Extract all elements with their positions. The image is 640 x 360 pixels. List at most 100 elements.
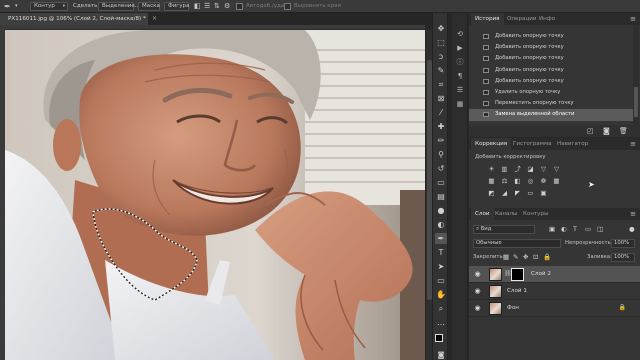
levels-icon[interactable]: ▥ [500, 165, 509, 173]
lock-position-icon[interactable]: ✥ [523, 253, 528, 261]
filter-toggle-icon[interactable]: ● [629, 225, 635, 233]
hand-icon[interactable]: ✋ [435, 289, 447, 300]
threshold-icon[interactable]: ◤ [513, 189, 522, 197]
tab-paths[interactable]: Контуры [519, 208, 553, 220]
layer-thumbnail[interactable] [489, 268, 502, 281]
filter-shape-icon[interactable]: ▭ [585, 225, 591, 233]
history-item[interactable]: Добавить опорную точку [469, 31, 633, 42]
foreground-color-swatch[interactable] [435, 334, 443, 342]
clone-stamp-icon[interactable]: ⚲ [435, 149, 447, 160]
trash-icon[interactable]: 🗑 [619, 127, 628, 135]
triangle-icon[interactable]: ▽ [552, 165, 561, 173]
channel-mixer-icon[interactable]: ❁ [539, 177, 548, 185]
history-item[interactable]: Добавить опорную точку [469, 65, 633, 76]
layer-thumbnail[interactable] [489, 285, 502, 298]
lookup-icon[interactable]: ▦ [552, 177, 561, 185]
path-align-icon[interactable]: ☰ [204, 0, 210, 13]
lock-all-icon[interactable]: 🔒 [543, 253, 551, 261]
rectangle-icon[interactable]: ▭ [435, 275, 447, 286]
eyedropper-icon[interactable]: ⁄ [435, 107, 447, 118]
history-brush-icon[interactable]: ↺ [435, 163, 447, 174]
quick-select-icon[interactable]: ✎ [435, 65, 447, 76]
document-canvas[interactable] [5, 30, 425, 360]
bw-icon[interactable]: ◧ [513, 177, 522, 185]
curves-icon[interactable]: ⤴ [513, 165, 522, 173]
align-edges-checkbox[interactable] [284, 3, 291, 10]
history-item[interactable]: Замена выделенной области [469, 109, 633, 121]
photo-filter-icon[interactable]: ◎ [526, 177, 535, 185]
auto-add-checkbox[interactable] [236, 3, 243, 10]
settings-gear-icon[interactable]: ⚙ [224, 0, 230, 13]
exposure-icon[interactable]: ◪ [526, 165, 535, 173]
close-tab-icon[interactable]: × [152, 13, 157, 25]
marquee-icon[interactable]: ⬚ [435, 37, 447, 48]
posterize-icon[interactable]: ◢ [500, 189, 509, 197]
eraser-icon[interactable]: ▭ [435, 177, 447, 188]
path-arrange-icon[interactable]: ⇅ [214, 0, 220, 13]
invert-icon[interactable]: ◩ [487, 189, 496, 197]
crop-icon[interactable]: ⌗ [435, 79, 447, 90]
type-icon[interactable]: T [435, 247, 447, 258]
properties-panel-icon[interactable]: ☰ [455, 85, 465, 95]
mask-button[interactable]: Маска [138, 2, 160, 11]
history-item[interactable]: Добавить опорную точку [469, 76, 633, 87]
lasso-icon[interactable]: ↄ [435, 51, 447, 62]
actions-panel-icon[interactable]: ▶ [455, 43, 465, 53]
tab-adjustments[interactable]: Коррекция [471, 138, 512, 150]
more-tools-icon[interactable]: … [435, 317, 447, 328]
pen-icon[interactable]: ✒ [435, 233, 447, 244]
gradient-map-icon[interactable]: ▭ [526, 189, 535, 197]
filter-type-icon[interactable]: T [573, 225, 577, 233]
info-panel-icon[interactable]: ⓘ [455, 57, 465, 67]
layer-row[interactable]: ◉ ⛓ Слой 2 [469, 266, 640, 283]
eye-icon[interactable]: ◉ [473, 270, 482, 279]
history-item[interactable]: Удалить опорную точку [469, 87, 633, 98]
chevron-down-icon[interactable]: ▾ [15, 0, 18, 13]
balance-icon[interactable]: ⚖ [500, 177, 509, 185]
gradient-icon[interactable]: ▤ [435, 191, 447, 202]
frame-icon[interactable]: ⊠ [435, 93, 447, 104]
blend-mode-select[interactable]: Обычные [473, 239, 561, 248]
history-panel-icon[interactable]: ⟲ [455, 29, 465, 39]
eye-icon[interactable]: ◉ [473, 287, 482, 296]
layer-filter-select[interactable]: ⌕ Вид [473, 225, 535, 234]
brush-icon[interactable]: ✏ [435, 135, 447, 146]
path-select-icon[interactable]: ➤ [435, 261, 447, 272]
layer-thumbnail[interactable] [489, 302, 502, 315]
layer-row[interactable]: ◉ Фон 🔒 [469, 300, 640, 317]
selective-color-icon[interactable]: ▣ [539, 189, 548, 197]
document-tab[interactable]: PX116011.jpg @ 106% (Слой 2, Слой-маска/… [0, 13, 148, 25]
fill-input[interactable]: 100% [611, 253, 635, 262]
filter-adjust-icon[interactable]: ◐ [561, 225, 567, 233]
dodge-icon[interactable]: ◐ [435, 219, 447, 230]
hue-icon[interactable]: ▦ [487, 177, 496, 185]
path-ops-icon[interactable]: ◧ [194, 0, 201, 13]
history-item[interactable]: Добавить опорную точку [469, 53, 633, 64]
lock-paint-icon[interactable]: ✎ [513, 253, 518, 261]
layer-row[interactable]: ◉ Слой 1 [469, 283, 640, 300]
zoom-icon[interactable]: ⌕ [435, 303, 447, 314]
lock-pixels-icon[interactable]: ▦ [503, 253, 509, 261]
shape-button[interactable]: Фигура [164, 2, 189, 11]
history-item[interactable]: Добавить опорную точку [469, 42, 633, 53]
selection-button[interactable]: Выделение... [98, 2, 140, 11]
move-icon[interactable]: ✥ [435, 23, 447, 34]
panel-menu-icon[interactable]: ≡ [630, 138, 636, 150]
filter-pixel-icon[interactable]: ▣ [549, 225, 555, 233]
panel-menu-icon[interactable]: ≡ [630, 13, 636, 25]
history-scroll-thumb[interactable] [634, 87, 638, 117]
blur-icon[interactable]: ● [435, 205, 447, 216]
layer-mask-thumbnail[interactable] [511, 268, 524, 281]
panel-menu-icon[interactable]: ≡ [630, 208, 636, 220]
lock-artboard-icon[interactable]: ⊡ [533, 253, 538, 261]
tab-histogram[interactable]: Гистограмма [509, 138, 556, 150]
opacity-input[interactable]: 100% [611, 239, 635, 248]
vibrance-icon[interactable]: ▽ [539, 165, 548, 173]
history-item[interactable]: Переместить опорную точку [469, 98, 633, 109]
brightness-icon[interactable]: ☀ [487, 165, 496, 173]
quick-mask-icon[interactable]: ◙ [435, 350, 447, 360]
tab-channels[interactable]: Каналы [491, 208, 521, 220]
filter-smart-icon[interactable]: ◫ [597, 225, 603, 233]
pen-icon[interactable]: ✒ [4, 0, 11, 13]
eye-icon[interactable]: ◉ [473, 304, 482, 313]
